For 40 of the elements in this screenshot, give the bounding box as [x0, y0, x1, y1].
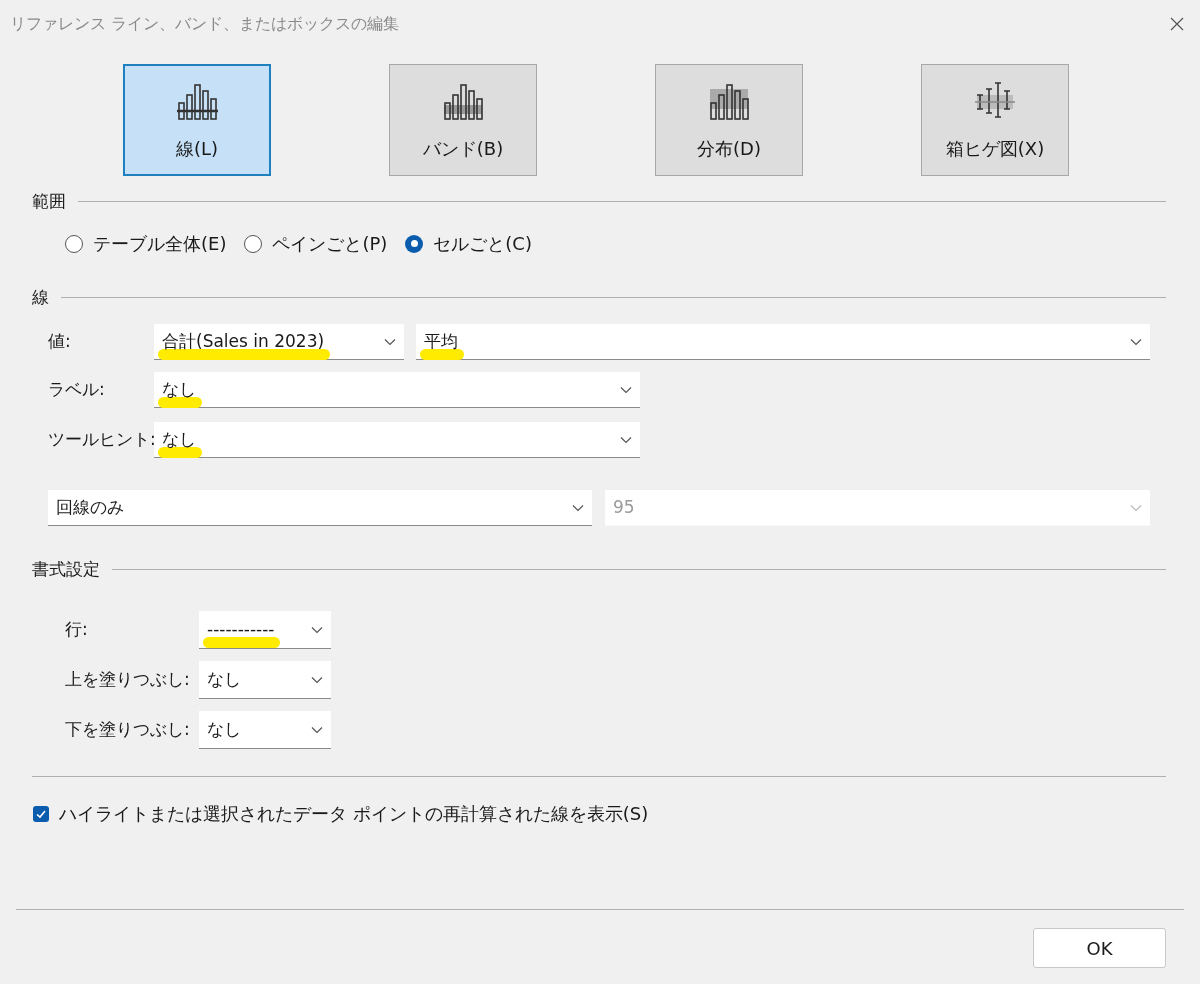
section-heading: 書式設定: [32, 558, 100, 581]
chevron-down-icon: [384, 337, 396, 346]
dropdown[interactable]: なし: [154, 422, 640, 458]
section-heading: 範囲: [32, 190, 66, 213]
dropdown[interactable]: -----------: [199, 611, 331, 649]
field-label: 下を塗りつぶし:: [65, 718, 191, 742]
chevron-down-icon: [311, 675, 323, 684]
dropdown[interactable]: 平均: [416, 324, 1150, 360]
field-label: 上を塗りつぶし:: [65, 668, 191, 692]
chevron-down-icon: [620, 385, 632, 394]
radio-selected[interactable]: [405, 234, 424, 253]
radio-option[interactable]: テーブル全体(E): [65, 230, 227, 257]
chart-type-button[interactable]: バンド(B): [389, 64, 537, 176]
chevron-down-icon: [311, 625, 323, 634]
checkbox-option[interactable]: ハイライトまたは選択されたデータ ポイントの再計算された線を表示(S): [33, 800, 649, 827]
chevron-down-icon: [620, 435, 632, 444]
field-label: ラベル:: [48, 378, 106, 402]
dropdown[interactable]: なし: [199, 661, 331, 699]
section-heading: 線: [32, 286, 49, 309]
dropdown[interactable]: 回線のみ: [48, 490, 592, 526]
field-label: 値:: [48, 330, 72, 354]
chevron-down-icon: [1130, 337, 1142, 346]
chart-type-button[interactable]: 箱ヒゲ図(X): [921, 64, 1069, 176]
radio-unselected[interactable]: [65, 234, 83, 253]
dropdown[interactable]: なし: [199, 711, 331, 749]
dropdown[interactable]: 合計(Sales in 2023): [154, 324, 404, 360]
chevron-down-icon: [572, 503, 584, 512]
radio-unselected[interactable]: [244, 234, 263, 253]
field-label: ツールヒント:: [48, 428, 154, 452]
checkbox[interactable]: [33, 805, 49, 822]
chevron-down-icon: [311, 725, 323, 734]
chevron-down-icon: [1130, 503, 1142, 512]
window-title: リファレンス ライン、バンド、またはボックスの編集: [10, 13, 400, 35]
dropdown[interactable]: なし: [154, 372, 640, 408]
field-label: 行:: [65, 618, 89, 642]
radio-option[interactable]: ペインごと(P): [244, 230, 388, 257]
chart-type-button[interactable]: 線(L): [123, 64, 271, 176]
chart-type-button[interactable]: 分布(D): [655, 64, 803, 176]
radio-option[interactable]: セルごと(C): [405, 230, 532, 257]
ok-button[interactable]: OK: [1033, 928, 1166, 968]
